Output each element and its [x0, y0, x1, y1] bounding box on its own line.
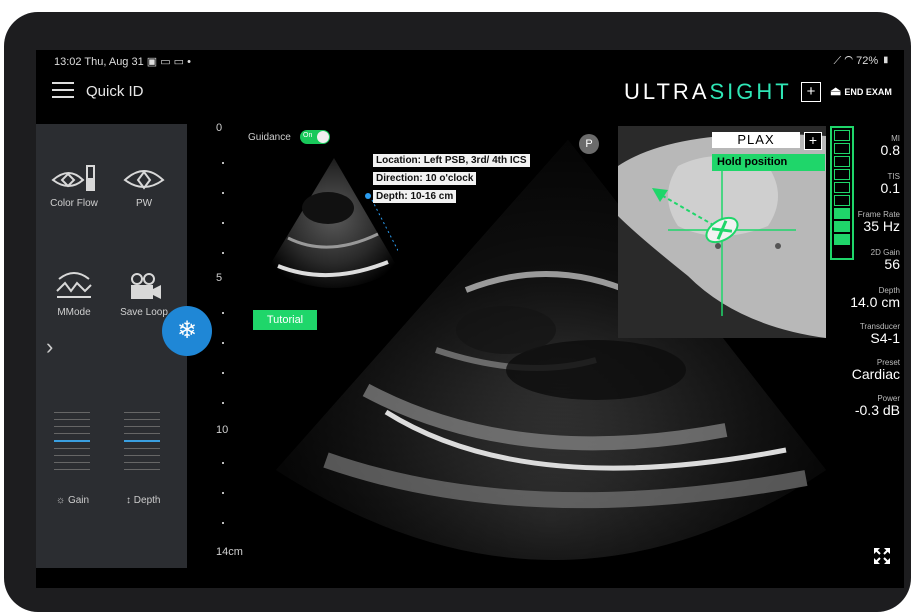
depth-mark: 5 [216, 272, 223, 284]
battery-level: 72% [856, 55, 879, 67]
param-mi: MI 0.8 [880, 134, 900, 158]
fullscreen-icon[interactable] [872, 546, 892, 566]
mmode-icon [56, 272, 92, 298]
save-loop-button[interactable]: Save Loop [108, 269, 180, 318]
screen: 13:02 Thu, Aug 31 ▣ ▭ ▭ • ⟋ ◠ 72% ▮ Quic… [36, 50, 904, 588]
pw-icon [123, 170, 165, 190]
logo: ULTRASIGHT [624, 79, 792, 104]
color-flow-button[interactable]: Color Flow [38, 160, 110, 209]
probe-orientation-badge[interactable]: P [579, 134, 599, 154]
depth-mark: 10 [216, 424, 229, 436]
mode-title: Quick ID [86, 83, 144, 100]
depth-mark-bottom: 14cm [216, 546, 243, 558]
depth-slider[interactable] [124, 412, 160, 488]
color-flow-icon [51, 165, 95, 191]
status-date: Thu, Aug 31 [84, 56, 144, 68]
param-transducer: Transducer S4-1 [859, 322, 900, 346]
param-depth: Depth 14.0 cm [850, 286, 900, 310]
param-tis: TIS 0.1 [880, 172, 900, 196]
snowflake-icon: ❄ [176, 317, 198, 344]
param-power: Power -0.3 dB [854, 394, 900, 418]
param-preset: Preset Cardiac [851, 358, 900, 382]
status-time: 13:02 [54, 56, 82, 68]
pw-button[interactable]: PW [108, 160, 180, 209]
end-exam-button[interactable]: ⏏ END EXAM [830, 84, 892, 98]
status-bar: 13:02 Thu, Aug 31 ▣ ▭ ▭ • ⟋ ◠ 72% ▮ [36, 50, 904, 70]
tablet-frame: 13:02 Thu, Aug 31 ▣ ▭ ▭ • ⟋ ◠ 72% ▮ Quic… [4, 12, 911, 612]
depth-icon: ↕ [126, 495, 134, 506]
menu-icon[interactable] [52, 82, 74, 98]
wifi-icon: ⟋ ◠ [833, 55, 854, 67]
guidance-hint: Hold position [712, 154, 825, 171]
expand-sidebar-icon[interactable]: › [46, 334, 53, 360]
depth-ruler: 0 5 10 14cm [214, 122, 244, 582]
color-flow-label: Color Flow [50, 198, 98, 209]
sidebar: Color Flow PW MMode Save Loop › ☼ Gain ↕… [36, 124, 187, 568]
gain-label: Gain [67, 495, 90, 506]
battery-icon: ▮ [881, 55, 890, 67]
freeze-button[interactable]: ❄ [162, 306, 212, 356]
gain-icon: ☼ [56, 495, 68, 506]
add-button[interactable]: + [801, 82, 821, 102]
save-loop-label: Save Loop [120, 307, 168, 318]
param-2d-gain: 2D Gain 56 [870, 248, 900, 272]
gain-slider[interactable] [54, 412, 90, 488]
param-frame-rate: Frame Rate 35 Hz [857, 210, 900, 234]
pw-label: PW [135, 198, 153, 209]
top-bar: Quick ID ULTRASIGHT + ⏏ END EXAM [36, 70, 904, 112]
mmode-label: MMode [57, 307, 91, 318]
mmode-button[interactable]: MMode [38, 269, 110, 318]
view-selector[interactable]: PLAX [712, 132, 800, 148]
end-exam-icon: ⏏ [830, 84, 842, 98]
depth-mark: 0 [216, 122, 223, 134]
notification-icon: ▣ ▭ ▭ • [146, 56, 191, 68]
depth-label: Depth [133, 495, 161, 506]
camera-icon [131, 273, 161, 299]
